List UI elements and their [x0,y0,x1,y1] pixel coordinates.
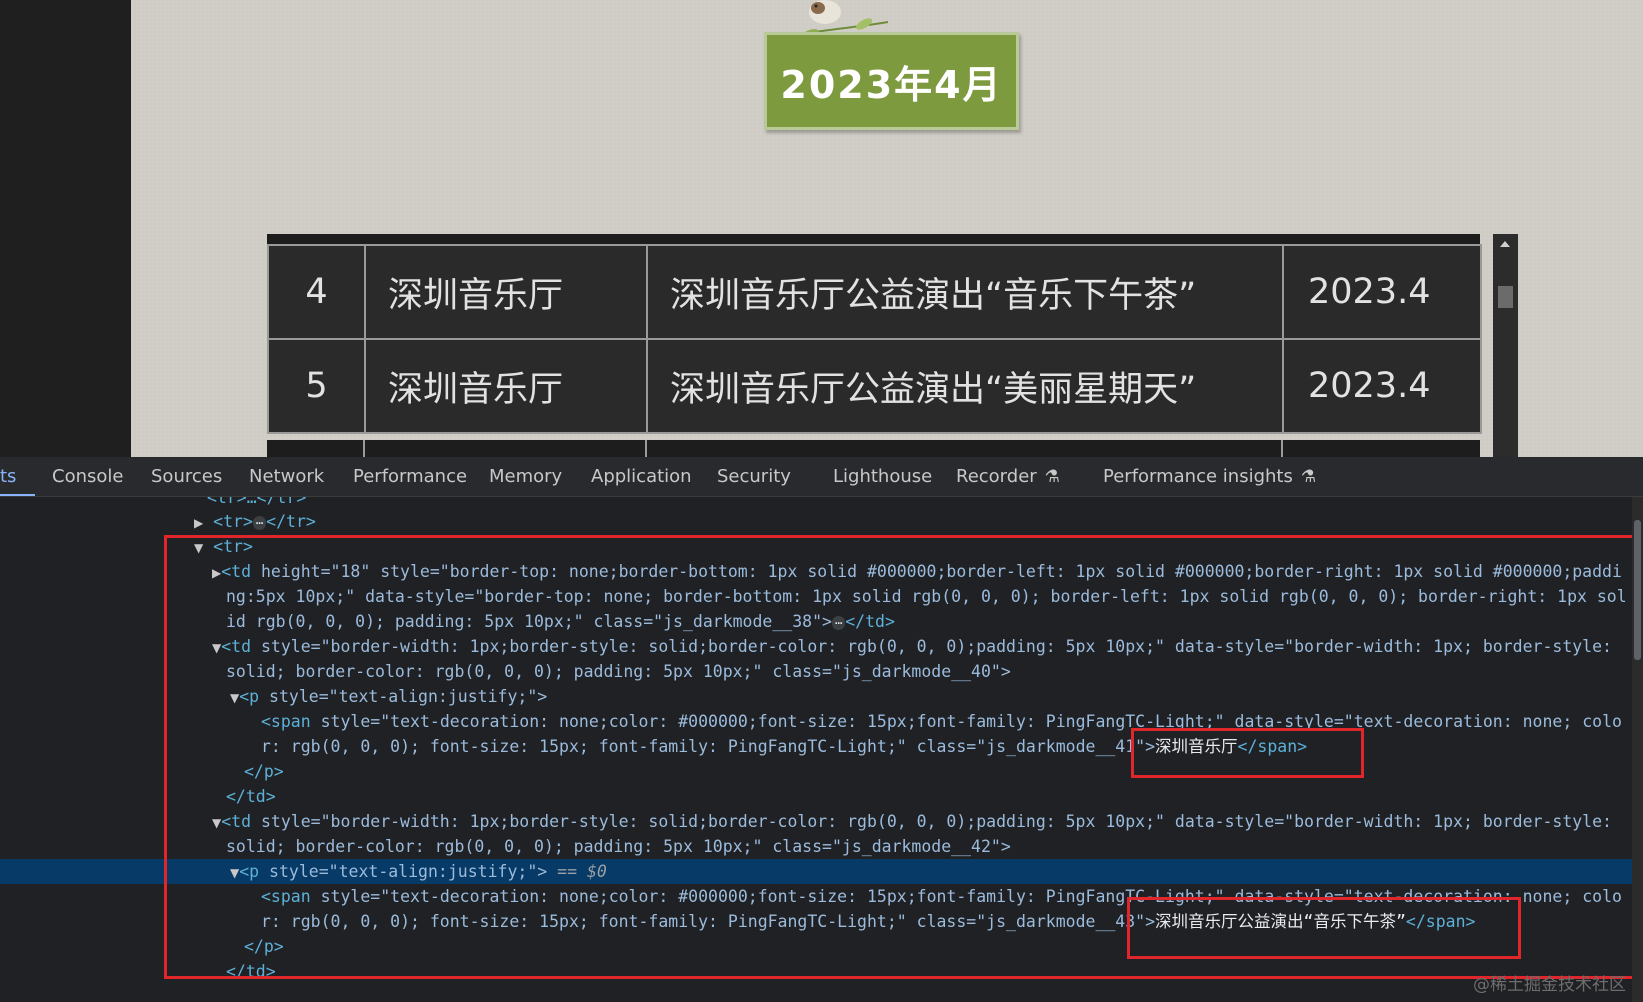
dom-scroll-thumb[interactable] [1634,520,1641,660]
table-scrollbar[interactable] [1493,234,1518,457]
tab-sources[interactable]: Sources [151,457,222,496]
date-cell: 2023.4 [1282,338,1482,434]
tab-performance-insights-label: Performance insights [1103,466,1293,487]
flask-icon: ⚗ [1300,467,1317,487]
table-next-row-partial [267,440,1480,457]
tab-recorder-label: Recorder [956,466,1037,487]
column-divider [1281,440,1283,457]
venue-cell: 深圳音乐厅 [364,338,648,434]
devtools-tab-bar: ts Console Sources Network Performance M… [0,457,1643,497]
scroll-up-arrow-icon[interactable] [1500,241,1510,247]
dom-node-tr-collapsed[interactable]: ▶ <tr> ⋯ </tr> [194,509,316,534]
month-title: 2023年4月 [780,62,1003,107]
webpage-viewport: 2023年4月 4 深圳音乐厅 深圳音乐厅公益演出“音乐下午茶” 2023.4 … [0,0,1643,457]
column-divider [363,440,365,457]
active-tab-indicator [0,494,35,496]
page-left-margin [0,0,131,457]
watermark: @稀土掘金技术社区 [1473,975,1626,995]
date-cell: 2023.4 [1282,244,1482,340]
tab-elements[interactable]: ts [0,457,16,496]
tab-lighthouse[interactable]: Lighthouse [833,457,932,496]
tab-security[interactable]: Security [717,457,791,496]
tab-memory[interactable]: Memory [489,457,562,496]
tab-performance-insights[interactable]: Performance insights ⚗ [1103,457,1316,496]
row-number: 4 [267,244,366,340]
event-cell: 深圳音乐厅公益演出“美丽星期天” [646,338,1284,434]
scroll-thumb[interactable] [1498,286,1513,308]
annotation-event-box [1127,897,1521,959]
venue-cell: 深圳音乐厅 [364,244,648,340]
tab-network[interactable]: Network [249,457,324,496]
column-divider [645,440,647,457]
dom-tag-text: <tr> [213,512,253,531]
row-number: 5 [267,338,366,434]
ellipsis-icon[interactable]: ⋯ [252,515,267,530]
tab-application[interactable]: Application [591,457,692,496]
table-row: 4 深圳音乐厅 深圳音乐厅公益演出“音乐下午茶” 2023.4 [267,244,1482,340]
month-title-box: 2023年4月 [764,32,1019,130]
dom-tag-text: </tr> [266,512,316,531]
tab-recorder[interactable]: Recorder ⚗ [956,457,1060,496]
event-cell: 深圳音乐厅公益演出“音乐下午茶” [646,244,1284,340]
dom-tag-text: <tr>…</tr> [207,497,307,507]
tab-console[interactable]: Console [52,457,123,496]
event-table: 4 深圳音乐厅 深圳音乐厅公益演出“音乐下午茶” 2023.4 5 深圳音乐厅 … [267,244,1482,434]
annotation-venue-box [1131,728,1364,778]
tab-performance[interactable]: Performance [353,457,467,496]
flask-icon: ⚗ [1044,467,1060,487]
expand-arrow-icon[interactable]: ▶ [194,516,203,530]
table-row: 5 深圳音乐厅 深圳音乐厅公益演出“美丽星期天” 2023.4 [267,338,1482,434]
